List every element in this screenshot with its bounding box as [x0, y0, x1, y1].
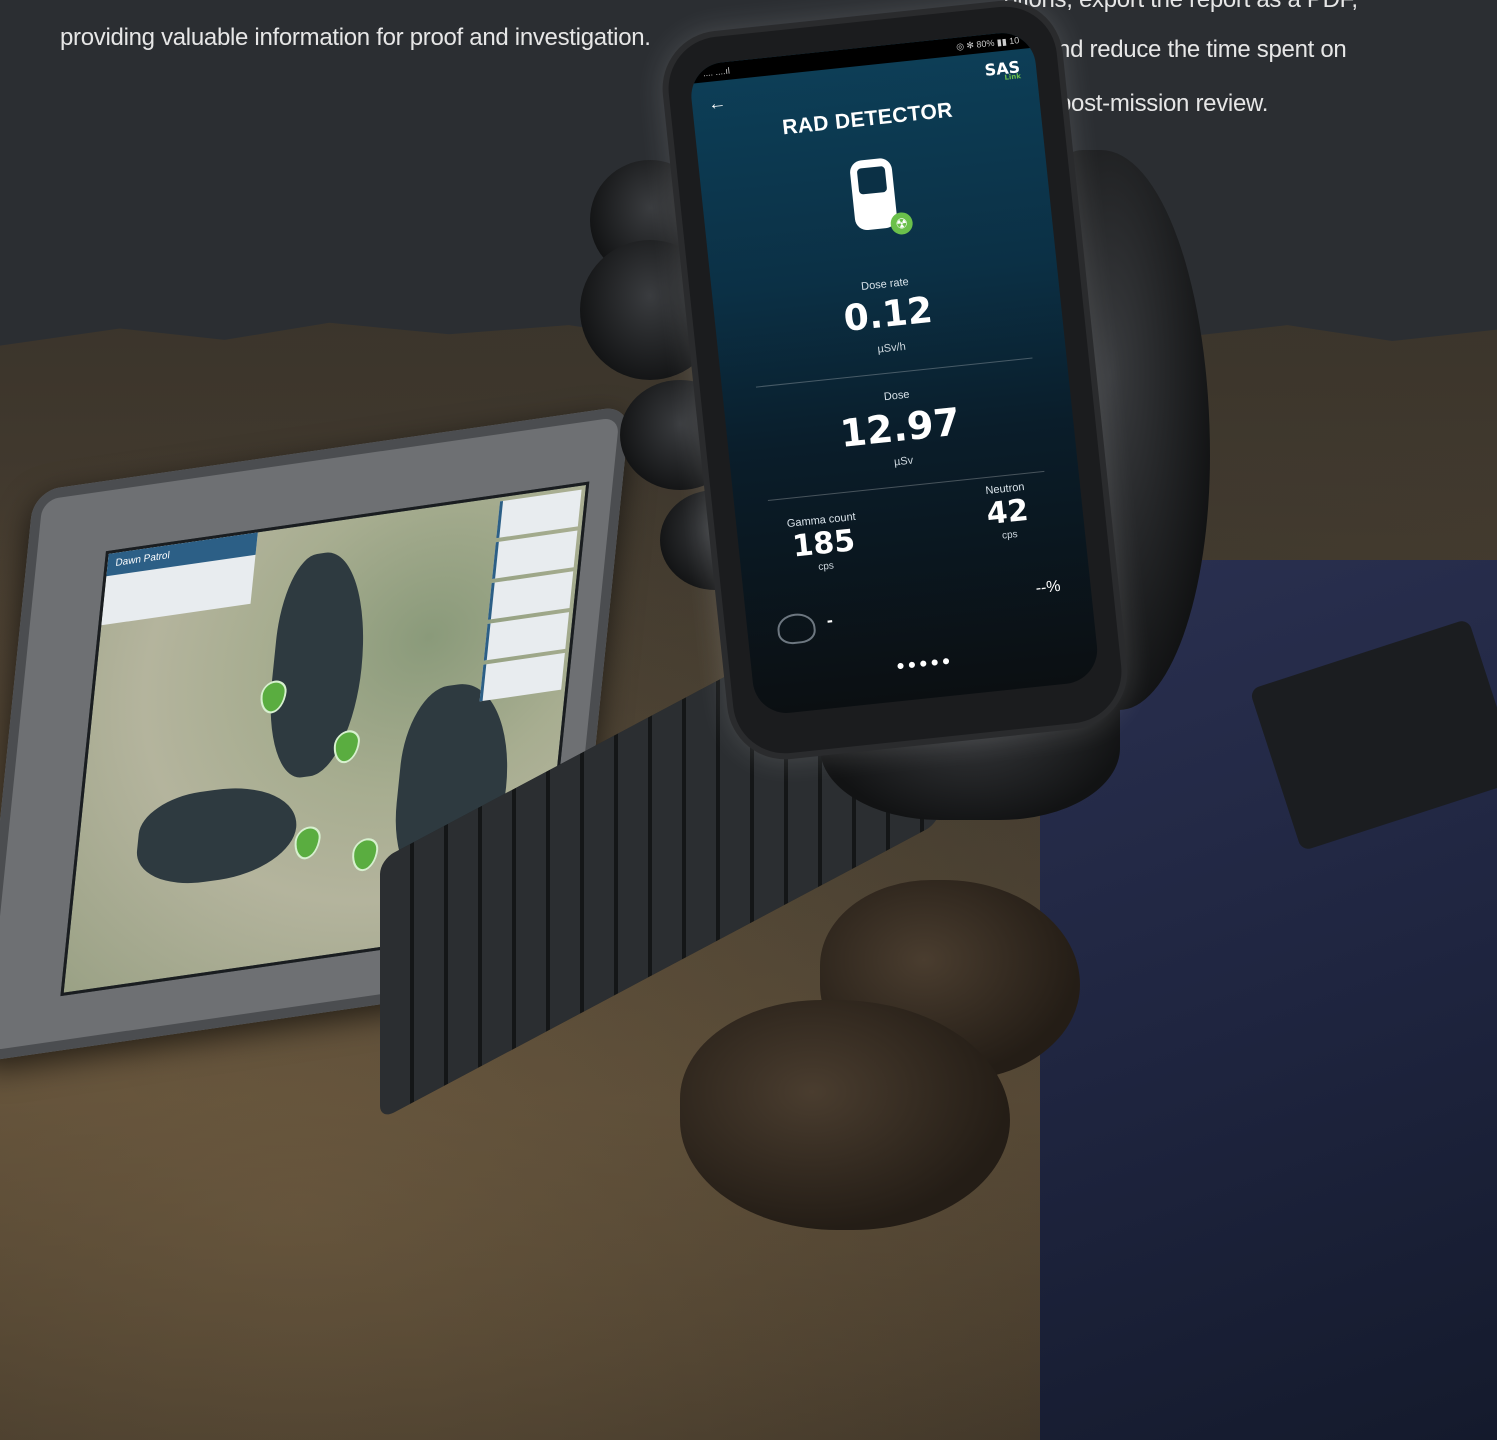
gamma-count-block: Gamma count 185 cps: [766, 509, 881, 578]
sas-logo: SAS Link: [984, 57, 1022, 84]
weather-value: -: [825, 609, 834, 631]
intro-right-line-top: otions, export the report as a PDF,: [1004, 0, 1358, 14]
page-title: RAD DETECTOR: [781, 98, 954, 140]
page-indicator[interactable]: ●●●●●: [752, 636, 1098, 688]
battery-percent: --%: [1034, 577, 1062, 598]
unit-card[interactable]: [479, 652, 565, 702]
rugged-phone: .... ....ıl ◎ ✻ 80% ▮▮ 10 ← SAS Link RAD…: [663, 1, 1127, 759]
neutron-block: Neutron 42 cps: [950, 477, 1065, 546]
weather-cloud-icon: [775, 611, 817, 646]
radiation-icon: ☢: [889, 211, 914, 236]
back-arrow-icon[interactable]: ←: [707, 92, 727, 115]
intro-right-line-mid: and reduce the time spent on: [1044, 36, 1347, 63]
phone-screen: .... ....ıl ◎ ✻ 80% ▮▮ 10 ← SAS Link RAD…: [688, 29, 1101, 717]
status-signal: .... ....ıl: [702, 65, 731, 79]
status-battery: ◎ ✻ 80% ▮▮ 10: [955, 34, 1020, 52]
intro-right-line-bottom: post-mission review.: [1058, 90, 1269, 117]
intro-left-line: providing valuable information for proof…: [60, 24, 651, 51]
hero-stage: otions, export the report as a PDF, prov…: [0, 0, 1497, 1440]
